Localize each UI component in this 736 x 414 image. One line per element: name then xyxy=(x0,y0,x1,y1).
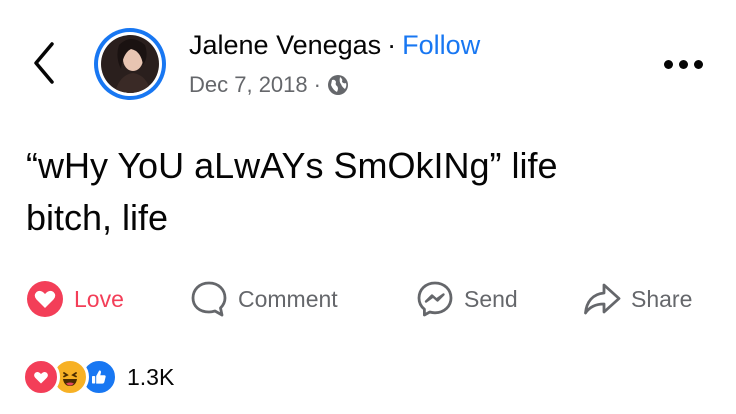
post-text-line: “wHy YoU aLwAYs SmOkINg” life xyxy=(26,145,558,186)
separator-dot: · xyxy=(387,30,397,60)
share-button[interactable]: Share xyxy=(583,276,692,322)
comment-button[interactable]: Comment xyxy=(190,276,338,322)
love-label: Love xyxy=(74,285,124,312)
post-text-line: bitch, life xyxy=(26,197,169,238)
reactions-summary[interactable]: 1.3K xyxy=(22,358,174,396)
follow-button[interactable]: Follow xyxy=(402,30,480,60)
author-line: Jalene Venegas · Follow xyxy=(189,30,480,61)
love-button[interactable]: Love xyxy=(26,276,124,322)
comment-label: Comment xyxy=(238,285,338,312)
back-button[interactable] xyxy=(28,40,60,86)
author-name[interactable]: Jalene Venegas xyxy=(189,30,381,60)
comment-icon xyxy=(190,280,228,318)
meta-separator: · xyxy=(313,72,321,97)
post-actions: Love Comment Send Share xyxy=(0,276,736,322)
chevron-left-icon xyxy=(34,42,54,84)
send-label: Send xyxy=(464,285,518,312)
send-button[interactable]: Send xyxy=(416,276,518,322)
love-icon xyxy=(26,280,64,318)
more-icon-dot xyxy=(679,60,688,69)
avatar[interactable] xyxy=(94,28,166,100)
more-options-button[interactable] xyxy=(664,60,708,74)
post-date[interactable]: Dec 7, 2018 xyxy=(189,72,308,98)
more-icon-dot xyxy=(664,60,673,69)
share-label: Share xyxy=(631,285,693,312)
avatar-image xyxy=(101,35,159,93)
more-icon-dot xyxy=(694,60,703,69)
reaction-count: 1.3K xyxy=(127,363,175,390)
globe-icon xyxy=(327,75,348,95)
love-reaction-icon xyxy=(22,358,60,396)
share-icon xyxy=(583,280,621,318)
messenger-icon xyxy=(416,280,454,318)
post-meta: Dec 7, 2018 · xyxy=(189,72,349,98)
post-text: “wHy YoU aLwAYs SmOkINg” life bitch, lif… xyxy=(26,140,716,244)
